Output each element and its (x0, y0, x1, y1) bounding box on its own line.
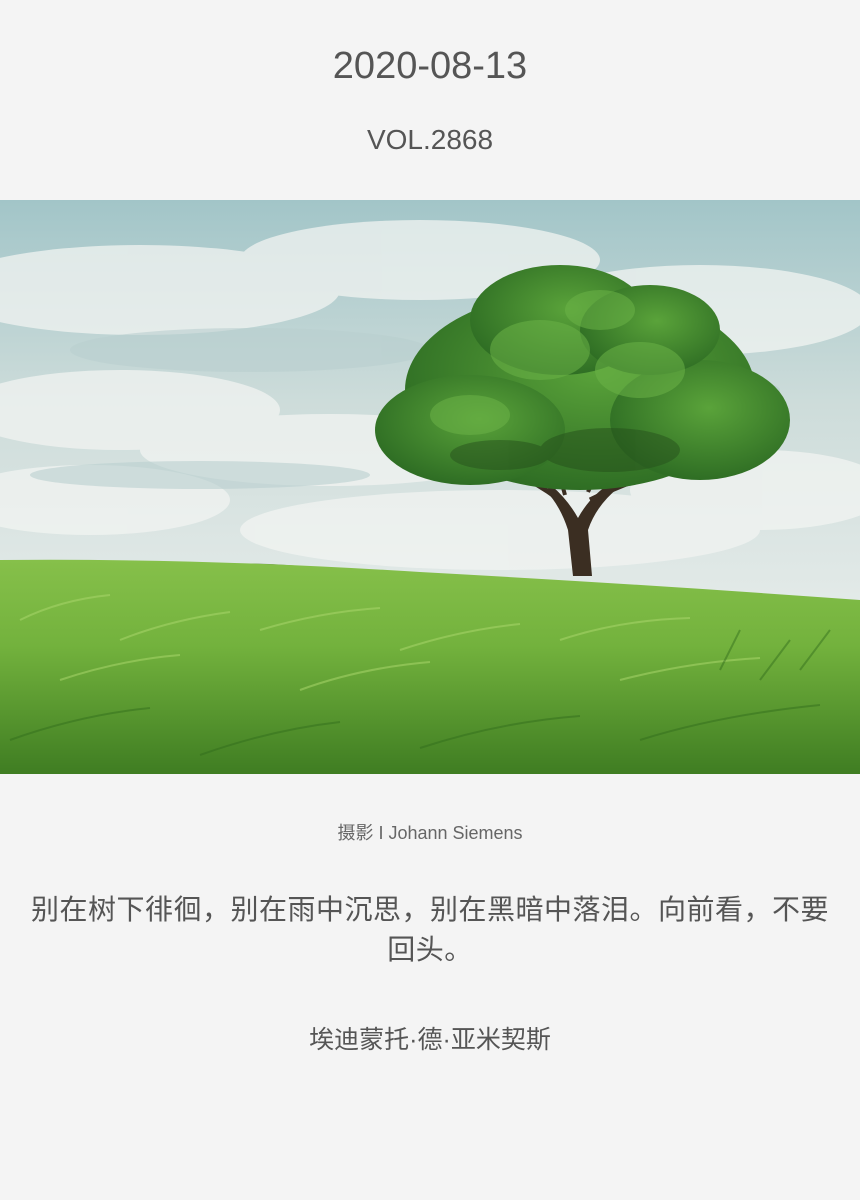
date-heading: 2020-08-13 (332, 45, 528, 87)
volume-number: VOL.2868 (366, 124, 494, 155)
photo-credit: 摄影 I Johann Siemens (337, 823, 523, 843)
grass-field (0, 559, 860, 774)
tree-photo (0, 200, 860, 774)
quote-text: 别在树下徘徊，别在雨中沉思，别在黑暗中落泪。向前看，不要回头。 (30, 894, 829, 965)
quote-author: 埃迪蒙托·德·亚米契斯 (309, 1026, 551, 1054)
